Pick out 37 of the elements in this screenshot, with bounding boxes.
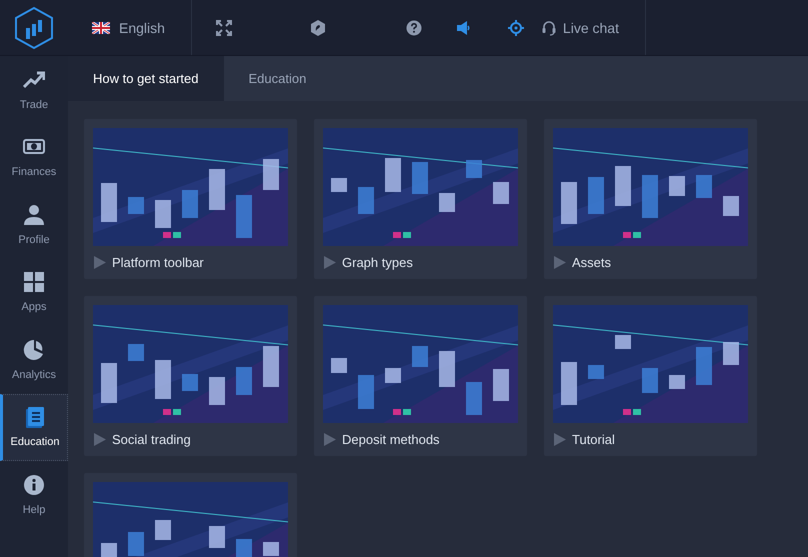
speaker-icon[interactable]: [456, 20, 470, 36]
hexagon-icon[interactable]: [310, 20, 326, 36]
flag-icon: [92, 22, 110, 34]
pie-chart-icon: [23, 338, 45, 361]
video-card[interactable]: Tutorial: [544, 296, 757, 456]
sidebar-item[interactable]: Education: [0, 394, 68, 461]
video-title: Graph types: [342, 255, 413, 270]
video-card[interactable]: Deposit methods: [314, 296, 527, 456]
sidebar-item[interactable]: Finances: [0, 124, 68, 191]
video-title: Assets: [572, 255, 612, 270]
fullscreen-icon[interactable]: [216, 20, 232, 36]
video-card[interactable]: Social trading: [84, 296, 297, 456]
logo-icon[interactable]: [14, 6, 54, 50]
video-title: Tutorial: [572, 432, 615, 447]
live-chat-button[interactable]: Live chat: [542, 20, 619, 36]
grid-icon: [23, 271, 45, 294]
video-title: Deposit methods: [342, 432, 440, 447]
help-icon[interactable]: [406, 20, 422, 36]
tab[interactable]: How to get started: [68, 56, 224, 101]
video-title: Platform toolbar: [112, 255, 204, 270]
tab[interactable]: Education: [224, 56, 332, 101]
sidebar-item[interactable]: Trade: [0, 56, 68, 124]
crosshair-icon[interactable]: [508, 20, 524, 36]
video-title: Social trading: [112, 432, 191, 447]
trend-up-icon: [23, 68, 45, 91]
person-icon: [23, 204, 45, 226]
info-icon: [23, 474, 45, 496]
video-card[interactable]: Graph types: [314, 119, 527, 279]
sidebar-item[interactable]: Help: [0, 461, 68, 528]
video-card[interactable]: Assets: [544, 119, 757, 279]
sidebar-item[interactable]: Analytics: [0, 326, 68, 394]
document-icon: [24, 406, 46, 428]
video-card[interactable]: Platform toolbar: [84, 119, 297, 279]
language-selector[interactable]: English: [68, 0, 192, 55]
sidebar-item[interactable]: Apps: [0, 258, 68, 326]
sidebar-item[interactable]: Profile: [0, 191, 68, 258]
headset-icon: [542, 20, 556, 36]
